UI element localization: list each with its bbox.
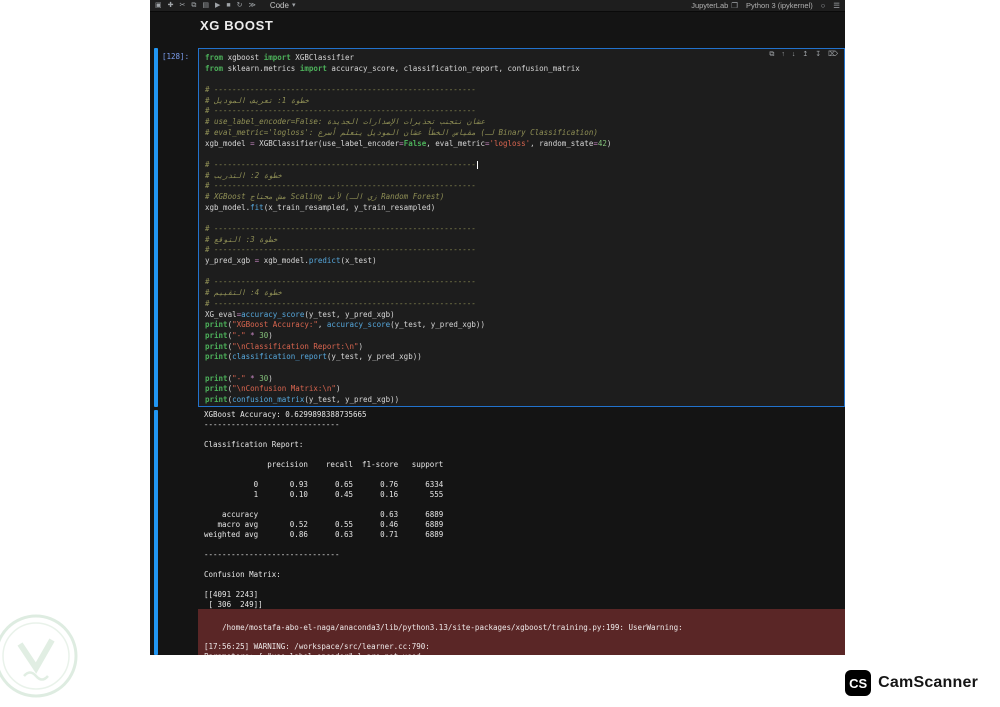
chevron-down-icon: ▾: [291, 2, 296, 9]
copy-cell-icon[interactable]: ⧉: [191, 2, 196, 9]
cell-type-label: Code: [269, 1, 289, 10]
toolbar-left-icons: ▣ ✚ ✂ ⧉ ▤ ▶ ■ ↻ ≫: [155, 2, 256, 9]
save-icon[interactable]: ▣: [155, 2, 162, 9]
code-line: # --------------------------------------…: [205, 106, 476, 116]
jupyter-notebook-window: ▣ ✚ ✂ ⧉ ▤ ▶ ■ ↻ ≫ Code ▾ JupyterLab ❐ Python 3 (…: [150, 0, 845, 655]
paste-cell-icon[interactable]: ▤: [202, 2, 209, 9]
code-line: from sklearn.metrics import accuracy_sco…: [205, 63, 580, 73]
code-line: print("\nClassification Report:\n"): [205, 341, 364, 351]
code-cell[interactable]: ⧉ ↑ ↓ ↥ ↧ ⌦ from xgboost import XGBClassifier…: [198, 48, 845, 407]
stderr-warning: /home/mostafa-abo-el-naga/anaconda3/lib/…: [198, 609, 845, 655]
insert-cell-below-icon[interactable]: ↧: [815, 51, 821, 58]
code-line: xgb_model.fit(x_train_resampled, y_train…: [205, 202, 436, 212]
kernel-name[interactable]: Python 3 (ipykernel): [746, 1, 813, 10]
code-line: # --------------------------------------…: [205, 245, 476, 255]
notebook-title: XG BOOST: [200, 18, 274, 33]
watermark-logo: [0, 612, 80, 700]
warning-text: /home/mostafa-abo-el-naga/anaconda3/lib/…: [204, 622, 683, 655]
interrupt-kernel-icon[interactable]: ■: [226, 2, 230, 9]
code-line: # --------------------------------------…: [205, 277, 476, 287]
jupyter-toolbar: ▣ ✚ ✂ ⧉ ▤ ▶ ■ ↻ ≫ Code ▾ JupyterLab ❐ Python 3 (…: [150, 0, 845, 12]
code-line: # خطوة 2: التدريب: [205, 170, 282, 180]
code-line: # --------------------------------------…: [205, 181, 476, 191]
execution-count: [128]:: [162, 52, 190, 61]
toolbar-right: JupyterLab ❐ Python 3 (ipykernel) ○ ☰: [691, 1, 840, 10]
code-line: print("-" * 30): [205, 330, 273, 340]
menu-icon[interactable]: ☰: [833, 2, 840, 10]
code-line: print("\nConfusion Matrix:\n"): [205, 384, 341, 394]
code-line: XG_eval=accuracy_score(y_test, y_pred_xg…: [205, 309, 395, 319]
output-selection-bar[interactable]: [154, 410, 158, 655]
cut-cell-icon[interactable]: ✂: [180, 2, 186, 9]
run-cell-icon[interactable]: ▶: [215, 2, 220, 9]
insert-cell-above-icon[interactable]: ↥: [802, 51, 808, 58]
jupyterlab-link[interactable]: JupyterLab ❐: [691, 1, 738, 10]
code-line: # خطوة 1: تعريف الموديل: [205, 95, 309, 105]
add-cell-icon[interactable]: ✚: [168, 2, 174, 9]
delete-cell-icon[interactable]: ⌦: [828, 51, 838, 58]
output-text: XGBoost Accuracy: 0.6299898388735665 ---…: [204, 410, 444, 609]
code-line: # --------------------------------------…: [205, 85, 476, 95]
code-line: print("XGBoost Accuracy:", accuracy_scor…: [205, 320, 485, 330]
code-line: y_pred_xgb = xgb_model.predict(x_test): [205, 256, 377, 266]
cell-selection-bar[interactable]: [154, 48, 158, 407]
code-line: print("-" * 30): [205, 373, 273, 383]
camscanner-label: CamScanner: [878, 674, 978, 691]
jupyterlab-label: JupyterLab: [691, 1, 729, 10]
camscanner-badge-icon: CS: [845, 670, 872, 696]
code-line: # --------------------------------------…: [205, 224, 476, 233]
code-line: # --------------------------------------…: [205, 159, 478, 169]
code-line: # eval_metric='logloss': مقياس الخطأ عشا…: [205, 127, 598, 137]
code-line: # خطوة 3: التوقع: [205, 234, 278, 244]
code-line: xgb_model = XGBClassifier(use_label_enco…: [205, 138, 612, 148]
code-line: print(confusion_matrix(y_test, y_pred_xg…: [205, 395, 400, 404]
kernel-status-icon[interactable]: ○: [821, 2, 826, 10]
camscanner-logo: CS CamScanner: [845, 670, 978, 696]
duplicate-cell-icon[interactable]: ⧉: [769, 51, 774, 58]
restart-kernel-icon[interactable]: ↻: [237, 2, 243, 9]
code-editor[interactable]: from xgboost import XGBClassifier from sk…: [199, 49, 844, 406]
code-line: from xgboost import XGBClassifier: [205, 53, 355, 62]
text-cursor: [476, 160, 478, 169]
code-line: # use_label_encoder=False: عشان نتجنب تح…: [205, 117, 485, 127]
code-line: # خطوة 4: التقييم: [205, 288, 282, 298]
code-line: # XGBoost مش محتاج Scaling لأنه (زي الـ …: [205, 191, 445, 201]
code-line: # --------------------------------------…: [205, 298, 476, 308]
cell-type-dropdown[interactable]: Code ▾: [270, 1, 296, 10]
cell-toolbar: ⧉ ↑ ↓ ↥ ↧ ⌦: [769, 51, 838, 58]
move-cell-down-icon[interactable]: ↓: [792, 51, 796, 58]
code-line: print(classification_report(y_test, y_pr…: [205, 352, 422, 362]
restart-run-all-icon[interactable]: ≫: [249, 2, 256, 9]
open-external-icon: ❐: [731, 0, 739, 10]
move-cell-up-icon[interactable]: ↑: [781, 51, 785, 58]
